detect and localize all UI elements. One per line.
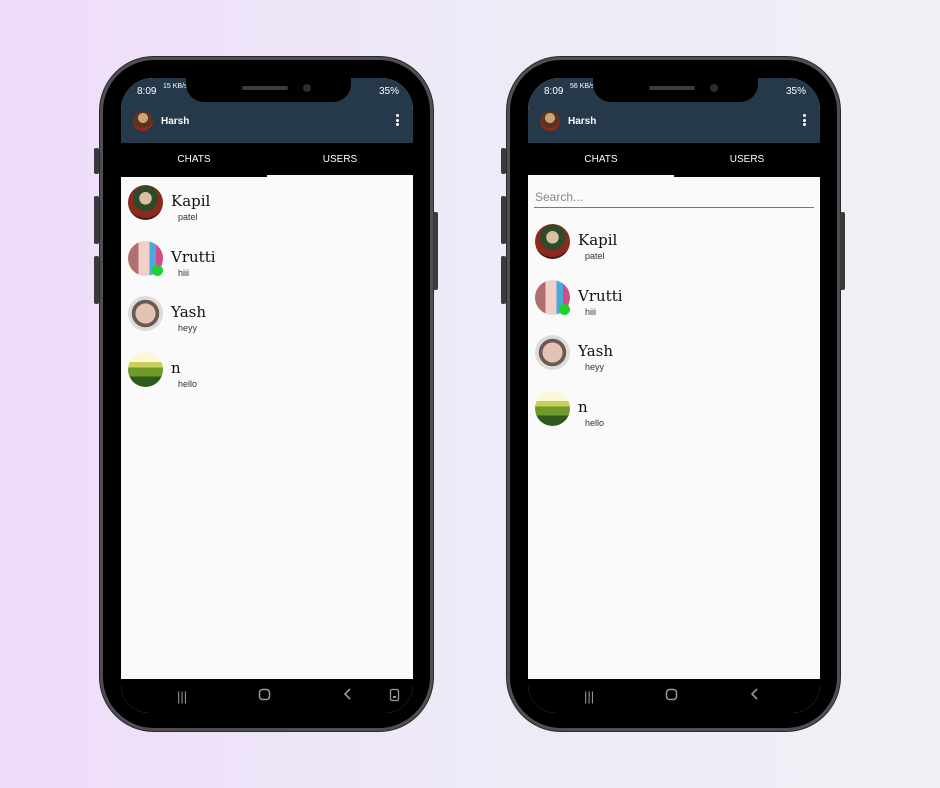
user-list: Kapil patel Vrutti hiii Yash heyy n hell… (528, 218, 820, 440)
phone-frame-chats: 8:09 15 KB/s 35% Harsh CHATS USERS Kapil… (94, 57, 438, 731)
profile-avatar[interactable] (133, 111, 153, 131)
app-bar: Harsh (528, 106, 820, 143)
screen: 8:09 56 KB/s 35% Harsh CHATS USERS Searc… (528, 78, 820, 713)
tab-bar: CHATS USERS (528, 143, 820, 177)
tab-chats[interactable]: CHATS (121, 143, 267, 177)
list-item[interactable]: Yash heyy (528, 329, 820, 385)
speaker (242, 86, 288, 90)
avatar (535, 224, 570, 259)
tab-indicator (528, 175, 674, 177)
battery-percent: 35% (785, 86, 806, 97)
contact-name: Kapil (578, 231, 618, 249)
power-button (840, 212, 845, 290)
contact-name: n (578, 397, 588, 416)
tab-label: CHATS (177, 154, 211, 165)
contact-name: Vrutti (578, 286, 623, 305)
home-icon[interactable] (258, 688, 271, 704)
current-user-name: Harsh (161, 116, 190, 127)
battery-percent: 35% (378, 86, 399, 97)
system-nav-bar: ||| (121, 679, 413, 713)
volume-button (94, 196, 99, 244)
avatar (128, 351, 163, 387)
profile-avatar[interactable] (540, 111, 560, 131)
contact-name: Vrutti (171, 247, 216, 266)
online-status-icon (559, 303, 570, 315)
network-speed: 56 KB/s (570, 83, 595, 90)
back-icon[interactable] (750, 687, 760, 704)
list-item[interactable]: Yash heyy (121, 290, 413, 346)
status-time: 8:09 (544, 86, 564, 97)
system-nav-bar: ||| (528, 679, 820, 713)
chat-list: Kapil patel Vrutti hiii Yash heyy n hell… (121, 179, 413, 401)
volume-button (94, 148, 99, 174)
tab-label: CHATS (584, 154, 618, 165)
search-input[interactable]: Search... (534, 186, 814, 208)
more-vert-icon[interactable] (396, 114, 400, 128)
app-bar: Harsh (121, 106, 413, 143)
recent-apps-icon[interactable]: ||| (584, 689, 594, 704)
last-message: hello (178, 378, 198, 389)
home-icon[interactable] (665, 688, 678, 704)
last-message: hiii (178, 267, 190, 278)
list-item[interactable]: n hello (121, 346, 413, 402)
rotate-icon[interactable] (389, 688, 400, 705)
back-icon[interactable] (343, 687, 353, 704)
last-message: heyy (585, 362, 605, 372)
notch (186, 78, 351, 102)
tab-users[interactable]: USERS (674, 143, 820, 177)
list-item[interactable]: Vrutti hiii (528, 274, 820, 330)
last-message: patel (585, 251, 605, 261)
contact-name: n (171, 358, 181, 377)
last-message: heyy (178, 323, 198, 333)
avatar (535, 335, 570, 370)
tab-users[interactable]: USERS (267, 143, 413, 177)
current-user-name: Harsh (568, 116, 597, 127)
volume-button (501, 148, 506, 174)
last-message: hello (585, 417, 605, 428)
last-message: patel (178, 212, 198, 222)
camera-icon (710, 84, 718, 92)
avatar (128, 296, 163, 331)
list-item[interactable]: n hello (528, 385, 820, 441)
avatar (128, 185, 163, 220)
avatar (535, 390, 570, 426)
last-message: hiii (585, 306, 597, 317)
volume-button (94, 256, 99, 304)
volume-button (501, 196, 506, 244)
contact-name: Yash (171, 303, 207, 321)
power-button (433, 212, 438, 290)
more-vert-icon[interactable] (803, 114, 807, 128)
notch (593, 78, 758, 102)
list-item[interactable]: Kapil patel (528, 218, 820, 274)
speaker (649, 86, 695, 90)
screen: 8:09 15 KB/s 35% Harsh CHATS USERS Kapil… (121, 78, 413, 713)
tab-label: USERS (322, 154, 358, 165)
tab-chats[interactable]: CHATS (528, 143, 674, 177)
list-item[interactable]: Kapil patel (121, 179, 413, 235)
volume-button (501, 256, 506, 304)
phone-frame-users: 8:09 56 KB/s 35% Harsh CHATS USERS Searc… (501, 57, 845, 731)
tab-indicator (267, 175, 413, 177)
list-item[interactable]: Vrutti hiii (121, 235, 413, 291)
camera-icon (303, 84, 311, 92)
recent-apps-icon[interactable]: ||| (177, 689, 187, 704)
contact-name: Yash (578, 342, 614, 360)
online-status-icon (152, 264, 163, 276)
contact-name: Kapil (171, 192, 211, 210)
tab-label: USERS (729, 154, 765, 165)
status-time: 8:09 (137, 86, 157, 97)
tab-bar: CHATS USERS (121, 143, 413, 177)
network-speed: 15 KB/s (163, 83, 188, 90)
